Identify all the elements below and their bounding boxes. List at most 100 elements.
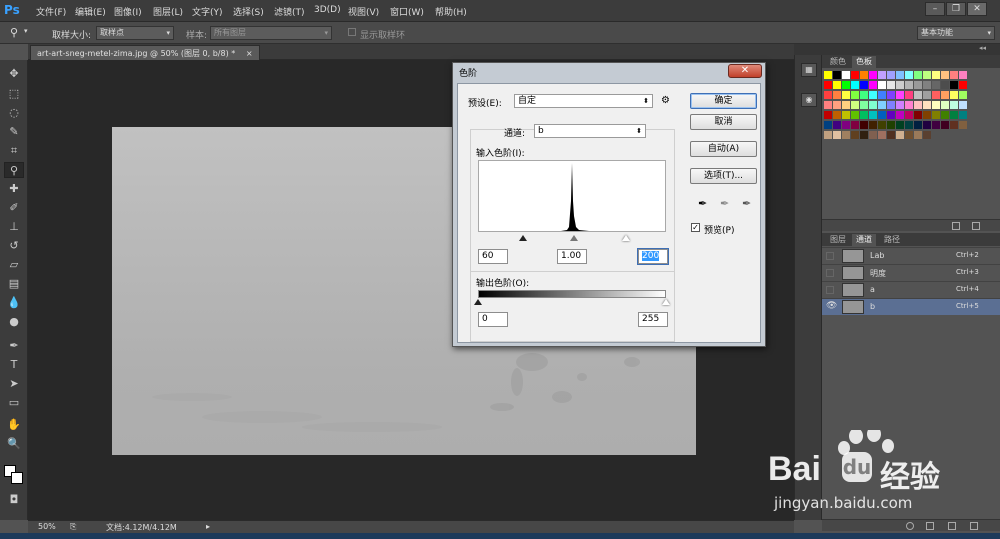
color-swatch[interactable] — [878, 81, 886, 89]
lasso-tool-icon[interactable]: ◌ — [4, 105, 24, 121]
color-swatch[interactable] — [860, 71, 868, 79]
black-eyedropper-icon[interactable]: ✒ — [698, 197, 707, 210]
adjustments-panel-icon[interactable]: ◉ — [801, 93, 817, 107]
color-swatch[interactable] — [896, 81, 904, 89]
color-swatch[interactable] — [851, 131, 859, 139]
zoom-tool-icon[interactable]: 🔍 — [4, 436, 24, 452]
color-swatch[interactable] — [833, 111, 841, 119]
color-swatch[interactable] — [869, 101, 877, 109]
color-swatch[interactable] — [887, 131, 895, 139]
output-white-field[interactable]: 255 — [638, 312, 668, 327]
color-swatch[interactable] — [842, 111, 850, 119]
color-swatch[interactable] — [896, 71, 904, 79]
new-channel-icon[interactable] — [948, 522, 956, 530]
color-swatch[interactable] — [914, 101, 922, 109]
menu-select[interactable]: 选择(S) — [233, 5, 264, 18]
eyedropper-tool-icon[interactable]: ⚲ — [4, 162, 24, 178]
visibility-toggle[interactable] — [826, 252, 834, 260]
tab-swatches[interactable]: 色板 — [852, 56, 876, 68]
color-swatch[interactable] — [914, 81, 922, 89]
crop-tool-icon[interactable]: ⌗ — [4, 143, 24, 159]
color-swatch[interactable] — [950, 81, 958, 89]
color-swatch[interactable] — [914, 131, 922, 139]
color-swatch[interactable] — [914, 121, 922, 129]
color-swatch[interactable] — [941, 71, 949, 79]
color-swatch[interactable] — [923, 121, 931, 129]
input-white-slider[interactable] — [622, 235, 630, 241]
color-swatch[interactable] — [869, 71, 877, 79]
color-swatch[interactable] — [914, 111, 922, 119]
color-swatch[interactable] — [824, 81, 832, 89]
color-swatch[interactable] — [869, 121, 877, 129]
delete-channel-icon[interactable] — [970, 522, 978, 530]
options-button[interactable]: 选项(T)... — [690, 168, 757, 184]
menu-file[interactable]: 文件(F) — [36, 5, 66, 18]
gray-eyedropper-icon[interactable]: ✒ — [720, 197, 729, 210]
color-swatch[interactable] — [896, 111, 904, 119]
color-swatch[interactable] — [887, 71, 895, 79]
tab-channels[interactable]: 通道 — [852, 234, 876, 246]
color-swatch[interactable] — [905, 131, 913, 139]
color-swatch[interactable] — [959, 81, 967, 89]
color-swatch[interactable] — [959, 111, 967, 119]
menu-window[interactable]: 窗口(W) — [390, 5, 424, 18]
color-swatch[interactable] — [887, 111, 895, 119]
move-tool-icon[interactable]: ✥ — [4, 66, 24, 82]
menu-filter[interactable]: 滤镜(T) — [274, 5, 305, 18]
hand-tool-icon[interactable]: ✋ — [4, 417, 24, 433]
color-swatch[interactable] — [833, 101, 841, 109]
color-swatch[interactable] — [851, 91, 859, 99]
tool-preset-arrow-icon[interactable]: ▾ — [24, 27, 28, 35]
color-swatch[interactable] — [842, 71, 850, 79]
color-swatch[interactable] — [914, 71, 922, 79]
channel-row-lab[interactable]: Lab Ctrl+2 — [822, 247, 1000, 264]
color-swatch[interactable] — [824, 101, 832, 109]
dodge-tool-icon[interactable]: ● — [4, 314, 24, 330]
color-swatch[interactable] — [905, 111, 913, 119]
color-swatch[interactable] — [941, 91, 949, 99]
gradient-tool-icon[interactable]: ▤ — [4, 276, 24, 292]
color-swatch[interactable] — [851, 81, 859, 89]
color-swatch[interactable] — [878, 131, 886, 139]
visibility-toggle[interactable] — [826, 286, 834, 294]
input-gamma-field[interactable]: 1.00 — [557, 249, 587, 264]
channel-row-a[interactable]: a Ctrl+4 — [822, 281, 1000, 298]
color-swatch[interactable] — [887, 121, 895, 129]
load-selection-icon[interactable] — [906, 522, 914, 530]
color-swatch[interactable] — [842, 131, 850, 139]
color-swatch[interactable] — [842, 101, 850, 109]
menu-layer[interactable]: 图层(L) — [153, 5, 183, 18]
menu-help[interactable]: 帮助(H) — [435, 5, 467, 18]
restore-button[interactable]: ❐ — [946, 2, 966, 16]
menu-image[interactable]: 图像(I) — [114, 5, 142, 18]
healing-brush-tool-icon[interactable]: ✚ — [4, 181, 24, 197]
color-swatch[interactable] — [896, 101, 904, 109]
channel-row-b[interactable]: 👁 b Ctrl+5 — [822, 298, 1000, 315]
color-swatch[interactable] — [941, 121, 949, 129]
ok-button[interactable]: 确定 — [690, 93, 757, 109]
color-swatch[interactable] — [950, 91, 958, 99]
minimize-button[interactable]: – — [925, 2, 945, 16]
color-swatch[interactable] — [860, 101, 868, 109]
color-swatch[interactable] — [896, 121, 904, 129]
tab-color[interactable]: 颜色 — [826, 56, 850, 68]
close-dialog-button[interactable]: ✕ — [728, 64, 762, 78]
color-swatch[interactable] — [878, 91, 886, 99]
auto-button[interactable]: 自动(A) — [690, 141, 757, 157]
color-swatch[interactable] — [923, 111, 931, 119]
quick-mask-icon[interactable]: ◘ — [4, 492, 24, 508]
workspace-select[interactable]: 基本功能 ▾ — [917, 26, 995, 40]
color-swatch[interactable] — [923, 101, 931, 109]
color-swatch[interactable] — [896, 91, 904, 99]
color-swatch[interactable] — [932, 121, 940, 129]
color-swatch[interactable] — [869, 91, 877, 99]
color-swatch[interactable] — [887, 101, 895, 109]
white-eyedropper-icon[interactable]: ✒ — [742, 197, 751, 210]
color-swatch[interactable] — [860, 111, 868, 119]
status-share-icon[interactable]: ⎘ — [70, 522, 76, 532]
menu-edit[interactable]: 编辑(E) — [75, 5, 106, 18]
channel-select[interactable]: b ⬍ — [534, 124, 646, 138]
preset-options-gear-icon[interactable]: ⚙ — [661, 95, 670, 106]
color-swatch[interactable] — [851, 121, 859, 129]
sample-size-select[interactable]: 取样点 ▾ — [96, 26, 174, 40]
